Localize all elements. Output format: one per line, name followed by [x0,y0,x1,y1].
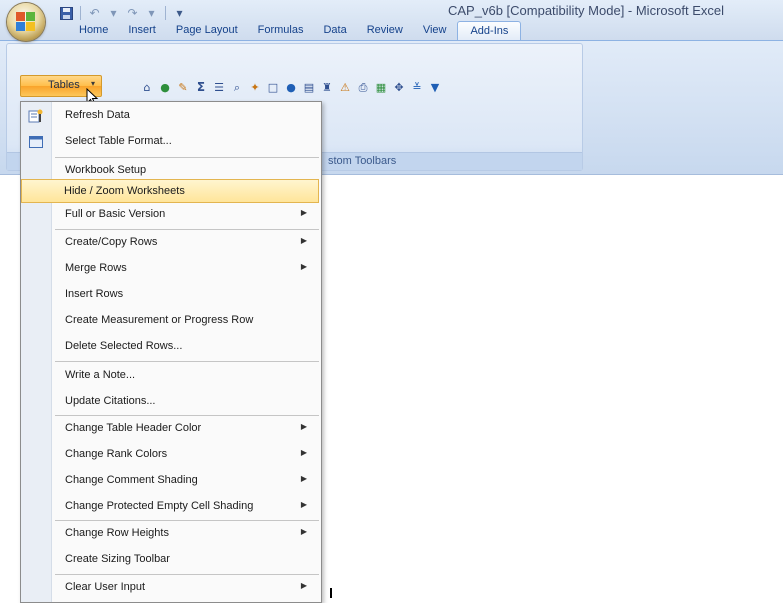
window-title: CAP_v6b [Compatibility Mode] - Microsoft… [448,3,724,18]
undo-icon[interactable]: ↶ [86,5,103,22]
customize-qat-icon[interactable]: ▾ [171,5,188,22]
table-format-icon [29,136,43,148]
chevron-down-icon: ▾ [91,79,96,88]
submenu-arrow-icon: ▶ [300,581,307,590]
qat-divider [80,6,81,20]
info-icon[interactable]: ● [284,80,298,95]
menu-divider [55,229,319,230]
submenu-arrow-icon: ▶ [300,422,307,431]
print-icon[interactable]: ⎙ [356,80,370,95]
menu-item-merge-rows[interactable]: Merge Rows ▶ [23,257,319,281]
tab-formulas[interactable]: Formulas [249,21,313,40]
menu-item-label: Change Row Heights [65,527,169,539]
menu-item-delete-selected-rows[interactable]: Delete Selected Rows... [23,335,319,359]
frame-icon[interactable]: □ [266,80,280,95]
help-icon[interactable]: ✦ [248,80,262,95]
menu-item-label: Merge Rows [65,262,127,274]
menu-item-write-a-note[interactable]: Write a Note... [23,364,319,388]
title-bar: ↶ ▾ ↷ ▾ ▾ CAP_v6b [Compatibility Mode] -… [0,0,783,41]
menu-item-hide-zoom-worksheets[interactable]: Hide / Zoom Worksheets [21,179,319,203]
menu-item-clear-user-input[interactable]: Clear User Input ▶ [23,576,319,600]
move-icon[interactable]: ✥ [392,80,406,95]
menu-item-label: Create/Copy Rows [65,236,158,248]
office-logo-icon [16,12,36,32]
menu-item-label: Change Protected Empty Cell Shading [65,500,254,512]
menu-item-create-sizing-toolbar[interactable]: Create Sizing Toolbar [23,548,319,572]
menu-item-create-measurement-row[interactable]: Create Measurement or Progress Row [23,309,319,333]
menu-divider [55,520,319,521]
menu-divider [55,574,319,575]
menu-item-full-or-basic-version[interactable]: Full or Basic Version ▶ [23,203,319,227]
custom-toolbar-icons: ⌂ ● ✎ Σ ☰ ⌕ ✦ □ ● ▤ ♜ ⚠ ⎙ ▦ ✥ ≚ ▼ [140,78,442,96]
submenu-arrow-icon: ▶ [300,236,307,245]
warning-icon[interactable]: ⚠ [338,80,352,95]
menu-item-label: Update Citations... [65,395,156,407]
menu-divider [55,157,319,158]
menu-item-change-table-header-color[interactable]: Change Table Header Color ▶ [23,417,319,441]
office-button[interactable] [7,3,45,41]
menu-item-label: Change Table Header Color [65,422,202,434]
globe-icon[interactable]: ● [158,80,172,95]
tab-data[interactable]: Data [314,21,355,40]
menu-divider [55,361,319,362]
redo-dropdown-icon[interactable]: ▾ [143,5,160,22]
menu-item-label: Create Measurement or Progress Row [65,314,254,326]
tables-dropdown-menu: Refresh Data Select Table Format... Work… [20,101,322,603]
quick-access-toolbar: ↶ ▾ ↷ ▾ ▾ [58,3,188,23]
undo-dropdown-icon[interactable]: ▾ [105,5,122,22]
menu-divider [55,415,319,416]
menu-item-change-protected-cell-shading[interactable]: Change Protected Empty Cell Shading ▶ [23,495,319,519]
menu-item-change-comment-shading[interactable]: Change Comment Shading ▶ [23,469,319,493]
submenu-arrow-icon: ▶ [300,262,307,271]
binoculars-icon[interactable]: ♜ [320,80,334,95]
form-icon[interactable]: ▤ [302,80,316,95]
text-cursor-icon [330,588,332,598]
redo-icon[interactable]: ↷ [124,5,141,22]
grid-icon[interactable]: ▦ [374,80,388,95]
menu-item-label: Clear User Input [65,581,146,593]
menu-item-label: Workbook Setup [65,164,147,176]
tables-button-label: Tables [48,79,80,91]
group-caption-label: stom Toolbars [328,155,397,167]
menu-item-refresh-data[interactable]: Refresh Data [23,104,319,128]
menu-item-label: Full or Basic Version [65,208,166,220]
submenu-arrow-icon: ▶ [300,527,307,536]
qat-divider [165,6,166,20]
menu-item-create-copy-rows[interactable]: Create/Copy Rows ▶ [23,231,319,255]
menu-item-change-row-heights[interactable]: Change Row Heights ▶ [23,522,319,546]
toolbar-dropdown-icon[interactable]: ▼ [428,80,442,95]
align-icon[interactable]: ≚ [410,80,424,95]
menu-item-change-rank-colors[interactable]: Change Rank Colors ▶ [23,443,319,467]
menu-item-label: Select Table Format... [65,135,172,147]
tab-home[interactable]: Home [70,21,117,40]
submenu-arrow-icon: ▶ [300,448,307,457]
save-icon[interactable] [58,5,75,22]
menu-item-label: Change Rank Colors [65,448,168,460]
menu-item-label: Insert Rows [65,288,124,300]
menu-item-select-table-format[interactable]: Select Table Format... [23,130,319,154]
menu-item-update-citations[interactable]: Update Citations... [23,390,319,414]
submenu-arrow-icon: ▶ [300,208,307,217]
menu-item-label: Refresh Data [65,109,130,121]
menu-item-label: Hide / Zoom Worksheets [64,185,185,197]
ribbon-tabs: Home Insert Page Layout Formulas Data Re… [70,21,523,41]
tab-add-ins[interactable]: Add-Ins [457,21,522,41]
tab-view[interactable]: View [414,21,456,40]
tab-page-layout[interactable]: Page Layout [167,21,247,40]
sum-icon[interactable]: Σ [194,80,208,95]
menu-item-label: Write a Note... [65,369,136,381]
submenu-arrow-icon: ▶ [300,500,307,509]
menu-item-insert-rows[interactable]: Insert Rows [23,283,319,307]
tab-review[interactable]: Review [358,21,412,40]
list-icon[interactable]: ☰ [212,80,226,95]
search-icon[interactable]: ⌕ [230,80,244,95]
menu-item-label: Create Sizing Toolbar [65,553,170,565]
home-icon[interactable]: ⌂ [140,80,154,95]
refresh-icon [28,109,43,123]
menu-item-label: Delete Selected Rows... [65,340,183,352]
menu-item-label: Change Comment Shading [65,474,198,486]
submenu-arrow-icon: ▶ [300,474,307,483]
edit-icon[interactable]: ✎ [176,80,190,95]
tab-insert[interactable]: Insert [119,21,165,40]
